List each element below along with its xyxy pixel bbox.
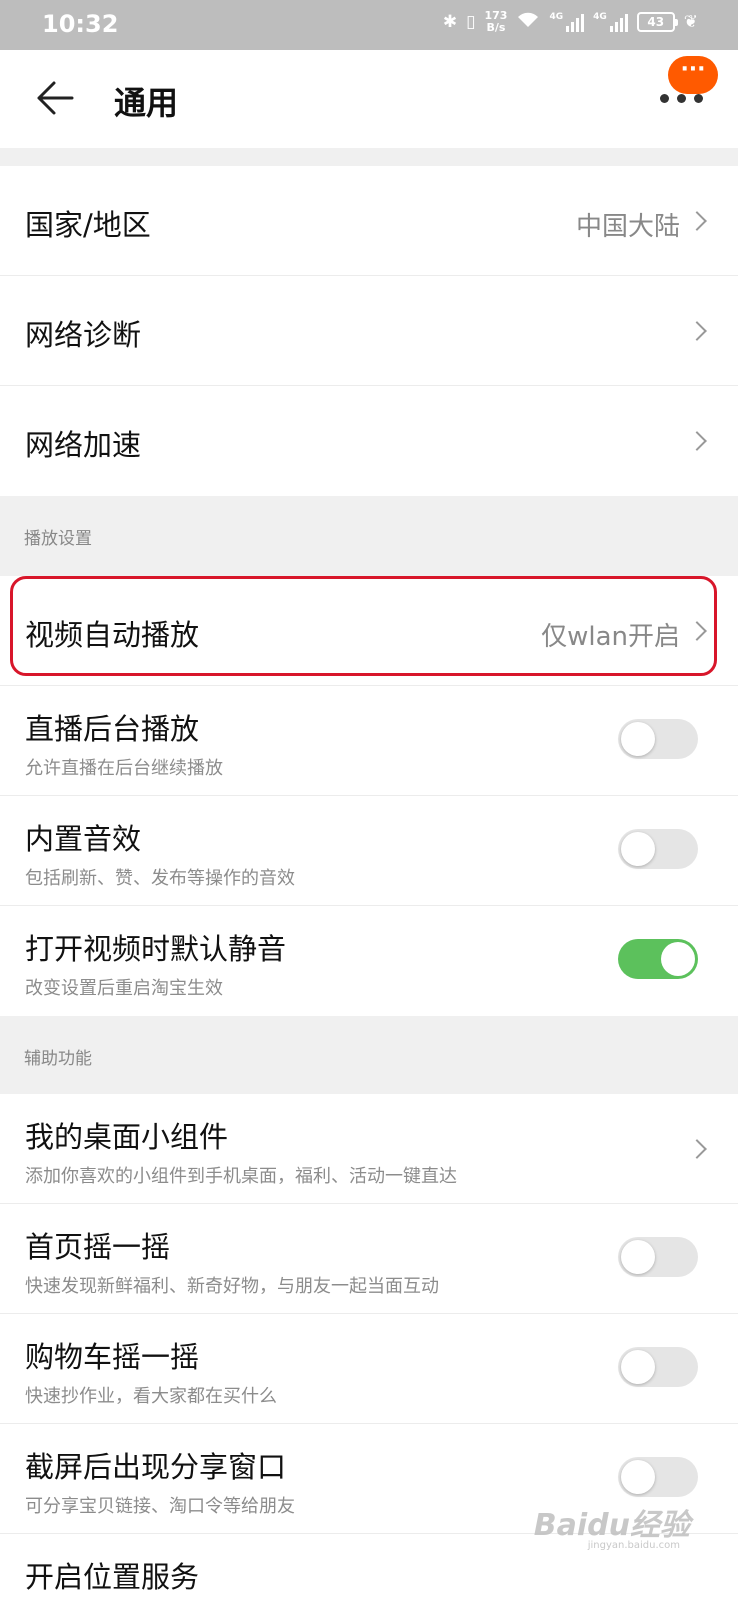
screenshot-share-label: 截屏后出现分享窗口 xyxy=(25,1450,287,1484)
watermark-text: Baidu经验 xyxy=(533,1508,690,1543)
live-background-label: 直播后台播放 xyxy=(25,712,200,746)
more-dot-icon xyxy=(694,93,703,103)
live-background-sub: 允许直播在后台继续播放 xyxy=(25,758,223,779)
home-shake-label: 首页摇一摇 xyxy=(25,1230,171,1264)
back-arrow-icon xyxy=(37,81,74,115)
battery-level: 43 xyxy=(647,15,665,29)
toggle-knob xyxy=(621,832,655,866)
more-dot-icon xyxy=(660,93,669,103)
builtin-sound-sub: 包括刷新、赞、发布等操作的音效 xyxy=(25,868,295,889)
mute-default-label: 打开视频时默认静音 xyxy=(25,932,287,966)
region-value: 中国大陆 xyxy=(575,212,680,242)
bluetooth-icon: ✱ xyxy=(442,12,458,32)
section-header-playback: 播放设置 xyxy=(0,496,738,576)
builtin-sound-label: 内置音效 xyxy=(25,822,142,856)
mute-default-sub: 改变设置后重启淘宝生效 xyxy=(25,978,223,999)
toggle-knob xyxy=(661,942,695,976)
more-dot-icon xyxy=(677,93,686,103)
chevron-right-icon xyxy=(687,211,707,231)
vibrate-icon: ▯ xyxy=(466,12,476,32)
toggle-knob xyxy=(621,722,655,756)
signal-tag-2: 4G xyxy=(593,12,607,22)
location-service-label: 开启位置服务 xyxy=(25,1560,200,1594)
network-diagnosis-label: 网络诊断 xyxy=(25,318,142,352)
video-autoplay-value: 仅wlan开启 xyxy=(541,622,680,652)
wifi-icon xyxy=(516,11,540,34)
baidu-watermark: Baidu经验 xyxy=(534,1500,690,1544)
cart-shake-sub: 快速抄作业，看大家都在买什么 xyxy=(25,1386,277,1407)
home-shake-sub: 快速发现新鲜福利、新奇好物，与朋友一起当面互动 xyxy=(25,1276,439,1297)
toggle-knob xyxy=(621,1350,655,1384)
leaf-icon: ❦ xyxy=(683,12,698,32)
mute-default-row: 打开视频时默认静音 改变设置后重启淘宝生效 xyxy=(0,906,738,1016)
video-autoplay-row[interactable]: 视频自动播放 仅wlan开启 xyxy=(0,576,738,686)
screenshot-share-toggle[interactable] xyxy=(618,1457,698,1497)
chevron-right-icon xyxy=(687,431,707,451)
mute-default-toggle[interactable] xyxy=(618,939,698,979)
desktop-widget-row[interactable]: 我的桌面小组件 添加你喜欢的小组件到手机桌面，福利、活动一键直达 xyxy=(0,1094,738,1204)
region-row[interactable]: 国家/地区 中国大陆 xyxy=(0,166,738,276)
video-autoplay-label: 视频自动播放 xyxy=(25,618,200,652)
chevron-right-icon xyxy=(687,1139,707,1159)
message-badge[interactable]: ··· xyxy=(668,56,718,94)
chevron-right-icon xyxy=(687,321,707,341)
toggle-knob xyxy=(621,1240,655,1274)
region-label: 国家/地区 xyxy=(25,208,151,242)
builtin-sound-toggle[interactable] xyxy=(618,829,698,869)
cart-shake-row: 购物车摇一摇 快速抄作业，看大家都在买什么 xyxy=(0,1314,738,1424)
home-shake-toggle[interactable] xyxy=(618,1237,698,1277)
home-shake-row: 首页摇一摇 快速发现新鲜福利、新奇好物，与朋友一起当面互动 xyxy=(0,1204,738,1314)
network-diagnosis-row[interactable]: 网络诊断 xyxy=(0,276,738,386)
baidu-watermark-url: jingyan.baidu.com xyxy=(587,1540,680,1551)
cart-shake-label: 购物车摇一摇 xyxy=(25,1340,200,1374)
status-time: 10:32 xyxy=(42,10,119,38)
live-background-toggle[interactable] xyxy=(618,719,698,759)
screenshot-share-sub: 可分享宝贝链接、淘口令等给朋友 xyxy=(25,1496,295,1517)
signal-icon-1: 4G xyxy=(549,12,585,32)
network-acceleration-label: 网络加速 xyxy=(25,428,142,462)
chevron-right-icon xyxy=(687,621,707,641)
page-title: 通用 xyxy=(114,84,179,122)
signal-tag-1: 4G xyxy=(549,12,564,22)
signal-icon-2: 4G xyxy=(593,12,628,32)
live-background-row: 直播后台播放 允许直播在后台继续播放 xyxy=(0,686,738,796)
status-icons: ✱ ▯ 173 B/s 4G 4G 43 ❦ xyxy=(443,10,698,34)
battery-icon: 43 xyxy=(636,12,678,32)
status-bar: 10:32 ✱ ▯ 173 B/s 4G 4G 43 ❦ xyxy=(0,0,738,50)
section-gap xyxy=(0,148,738,166)
network-acceleration-row[interactable]: 网络加速 xyxy=(0,386,738,496)
builtin-sound-row: 内置音效 包括刷新、赞、发布等操作的音效 xyxy=(0,796,738,906)
header: 通用 ··· xyxy=(0,50,738,148)
cart-shake-toggle[interactable] xyxy=(618,1347,698,1387)
section-header-accessibility: 辅助功能 xyxy=(0,1016,738,1094)
desktop-widget-sub: 添加你喜欢的小组件到手机桌面，福利、活动一键直达 xyxy=(25,1166,457,1187)
back-button[interactable] xyxy=(36,80,76,116)
network-speed-unit: B/s xyxy=(486,21,506,34)
toggle-knob xyxy=(621,1460,655,1494)
desktop-widget-label: 我的桌面小组件 xyxy=(25,1120,229,1154)
network-speed: 173 B/s xyxy=(484,10,507,34)
